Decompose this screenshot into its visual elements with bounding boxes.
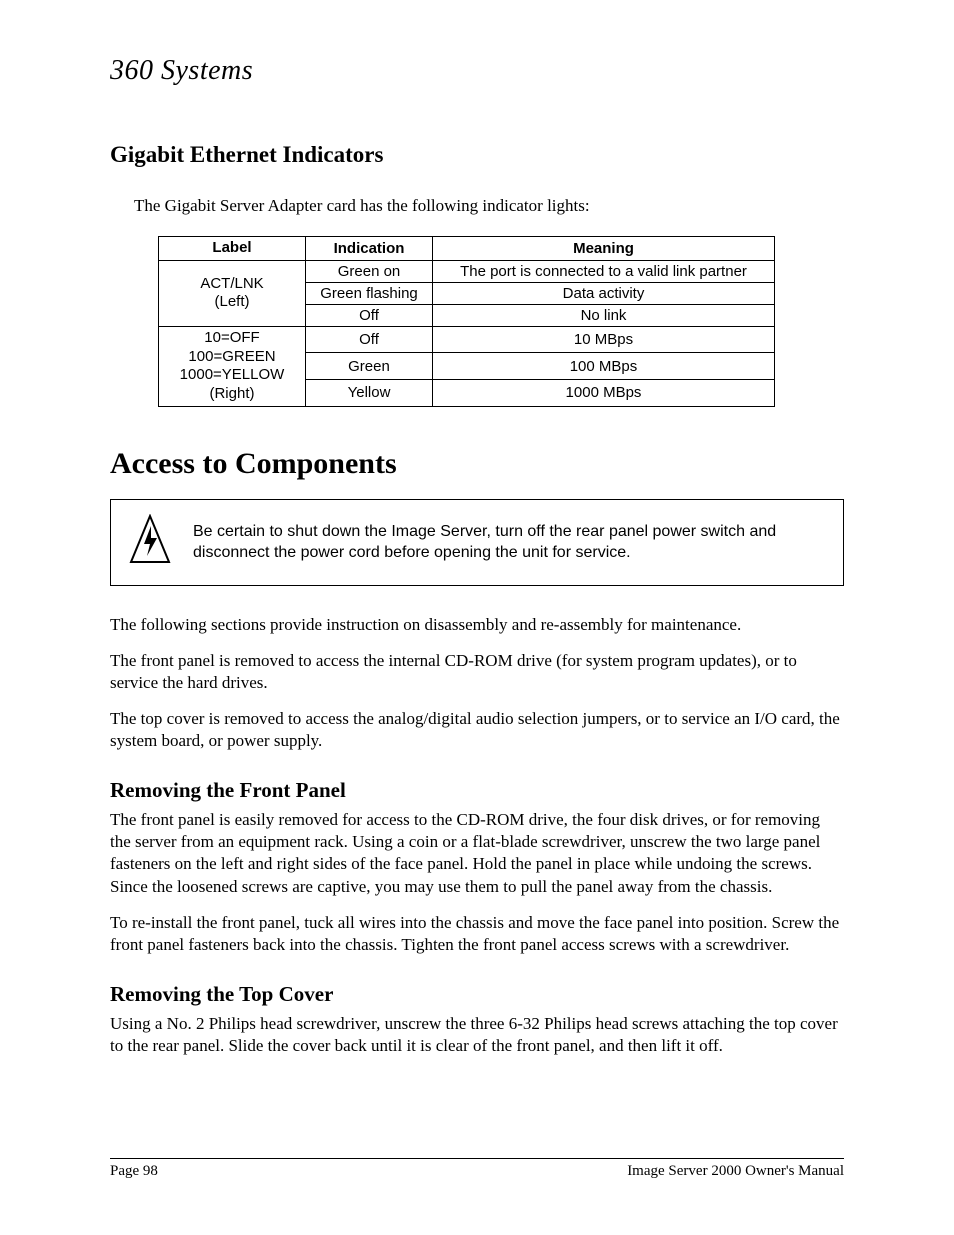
table-row: ACT/LNK (Left) Green on The port is conn… <box>159 260 775 282</box>
warning-box: Be certain to shut down the Image Server… <box>110 499 844 586</box>
label-line: 100=GREEN <box>188 348 275 365</box>
cell-indication: Off <box>306 304 433 326</box>
cell-indication: Off <box>306 326 433 353</box>
cell-indication: Green flashing <box>306 282 433 304</box>
intro-text: The Gigabit Server Adapter card has the … <box>134 196 844 216</box>
page: 360 Systems Gigabit Ethernet Indicators … <box>0 0 954 1235</box>
body-paragraph: Using a No. 2 Philips head screwdriver, … <box>110 1013 844 1057</box>
cell-meaning: The port is connected to a valid link pa… <box>433 260 775 282</box>
body-paragraph: The following sections provide instructi… <box>110 614 844 636</box>
label-speed: 10=OFF 100=GREEN 1000=YELLOW (Right) <box>159 326 306 406</box>
body-paragraph: The top cover is removed to access the a… <box>110 708 844 752</box>
indicator-table: Label Indication Meaning ACT/LNK (Left) … <box>158 236 775 407</box>
footer-doc-title: Image Server 2000 Owner's Manual <box>627 1163 844 1180</box>
cell-meaning: Data activity <box>433 282 775 304</box>
table-row: 10=OFF 100=GREEN 1000=YELLOW (Right) Off… <box>159 326 775 353</box>
chapter-heading-access: Access to Components <box>110 447 844 481</box>
cell-meaning: 1000 MBps <box>433 380 775 407</box>
label-line: 10=OFF <box>204 329 259 346</box>
high-voltage-icon <box>129 514 171 571</box>
cell-meaning: 10 MBps <box>433 326 775 353</box>
label-line: 1000=YELLOW <box>180 366 285 383</box>
brand-logo: 360 Systems <box>110 55 844 87</box>
sub-heading-top-cover: Removing the Top Cover <box>110 982 844 1007</box>
th-indication: Indication <box>306 237 433 261</box>
cell-indication: Green <box>306 353 433 380</box>
label-line: (Left) <box>214 293 249 310</box>
section-heading-gigabit: Gigabit Ethernet Indicators <box>110 142 844 168</box>
cell-indication: Green on <box>306 260 433 282</box>
cell-meaning: 100 MBps <box>433 353 775 380</box>
label-line: (Right) <box>209 385 254 402</box>
body-paragraph: The front panel is easily removed for ac… <box>110 809 844 897</box>
label-line: ACT/LNK <box>200 275 263 292</box>
body-paragraph: To re-install the front panel, tuck all … <box>110 912 844 956</box>
cell-meaning: No link <box>433 304 775 326</box>
cell-indication: Yellow <box>306 380 433 407</box>
sub-heading-front-panel: Removing the Front Panel <box>110 778 844 803</box>
footer-page-number: Page 98 <box>110 1163 158 1180</box>
body-paragraph: The front panel is removed to access the… <box>110 650 844 694</box>
th-label: Label <box>159 237 306 261</box>
warning-text: Be certain to shut down the Image Server… <box>193 521 825 564</box>
table-header-row: Label Indication Meaning <box>159 237 775 261</box>
label-actlnk: ACT/LNK (Left) <box>159 260 306 326</box>
th-meaning: Meaning <box>433 237 775 261</box>
page-footer: Page 98 Image Server 2000 Owner's Manual <box>110 1158 844 1180</box>
